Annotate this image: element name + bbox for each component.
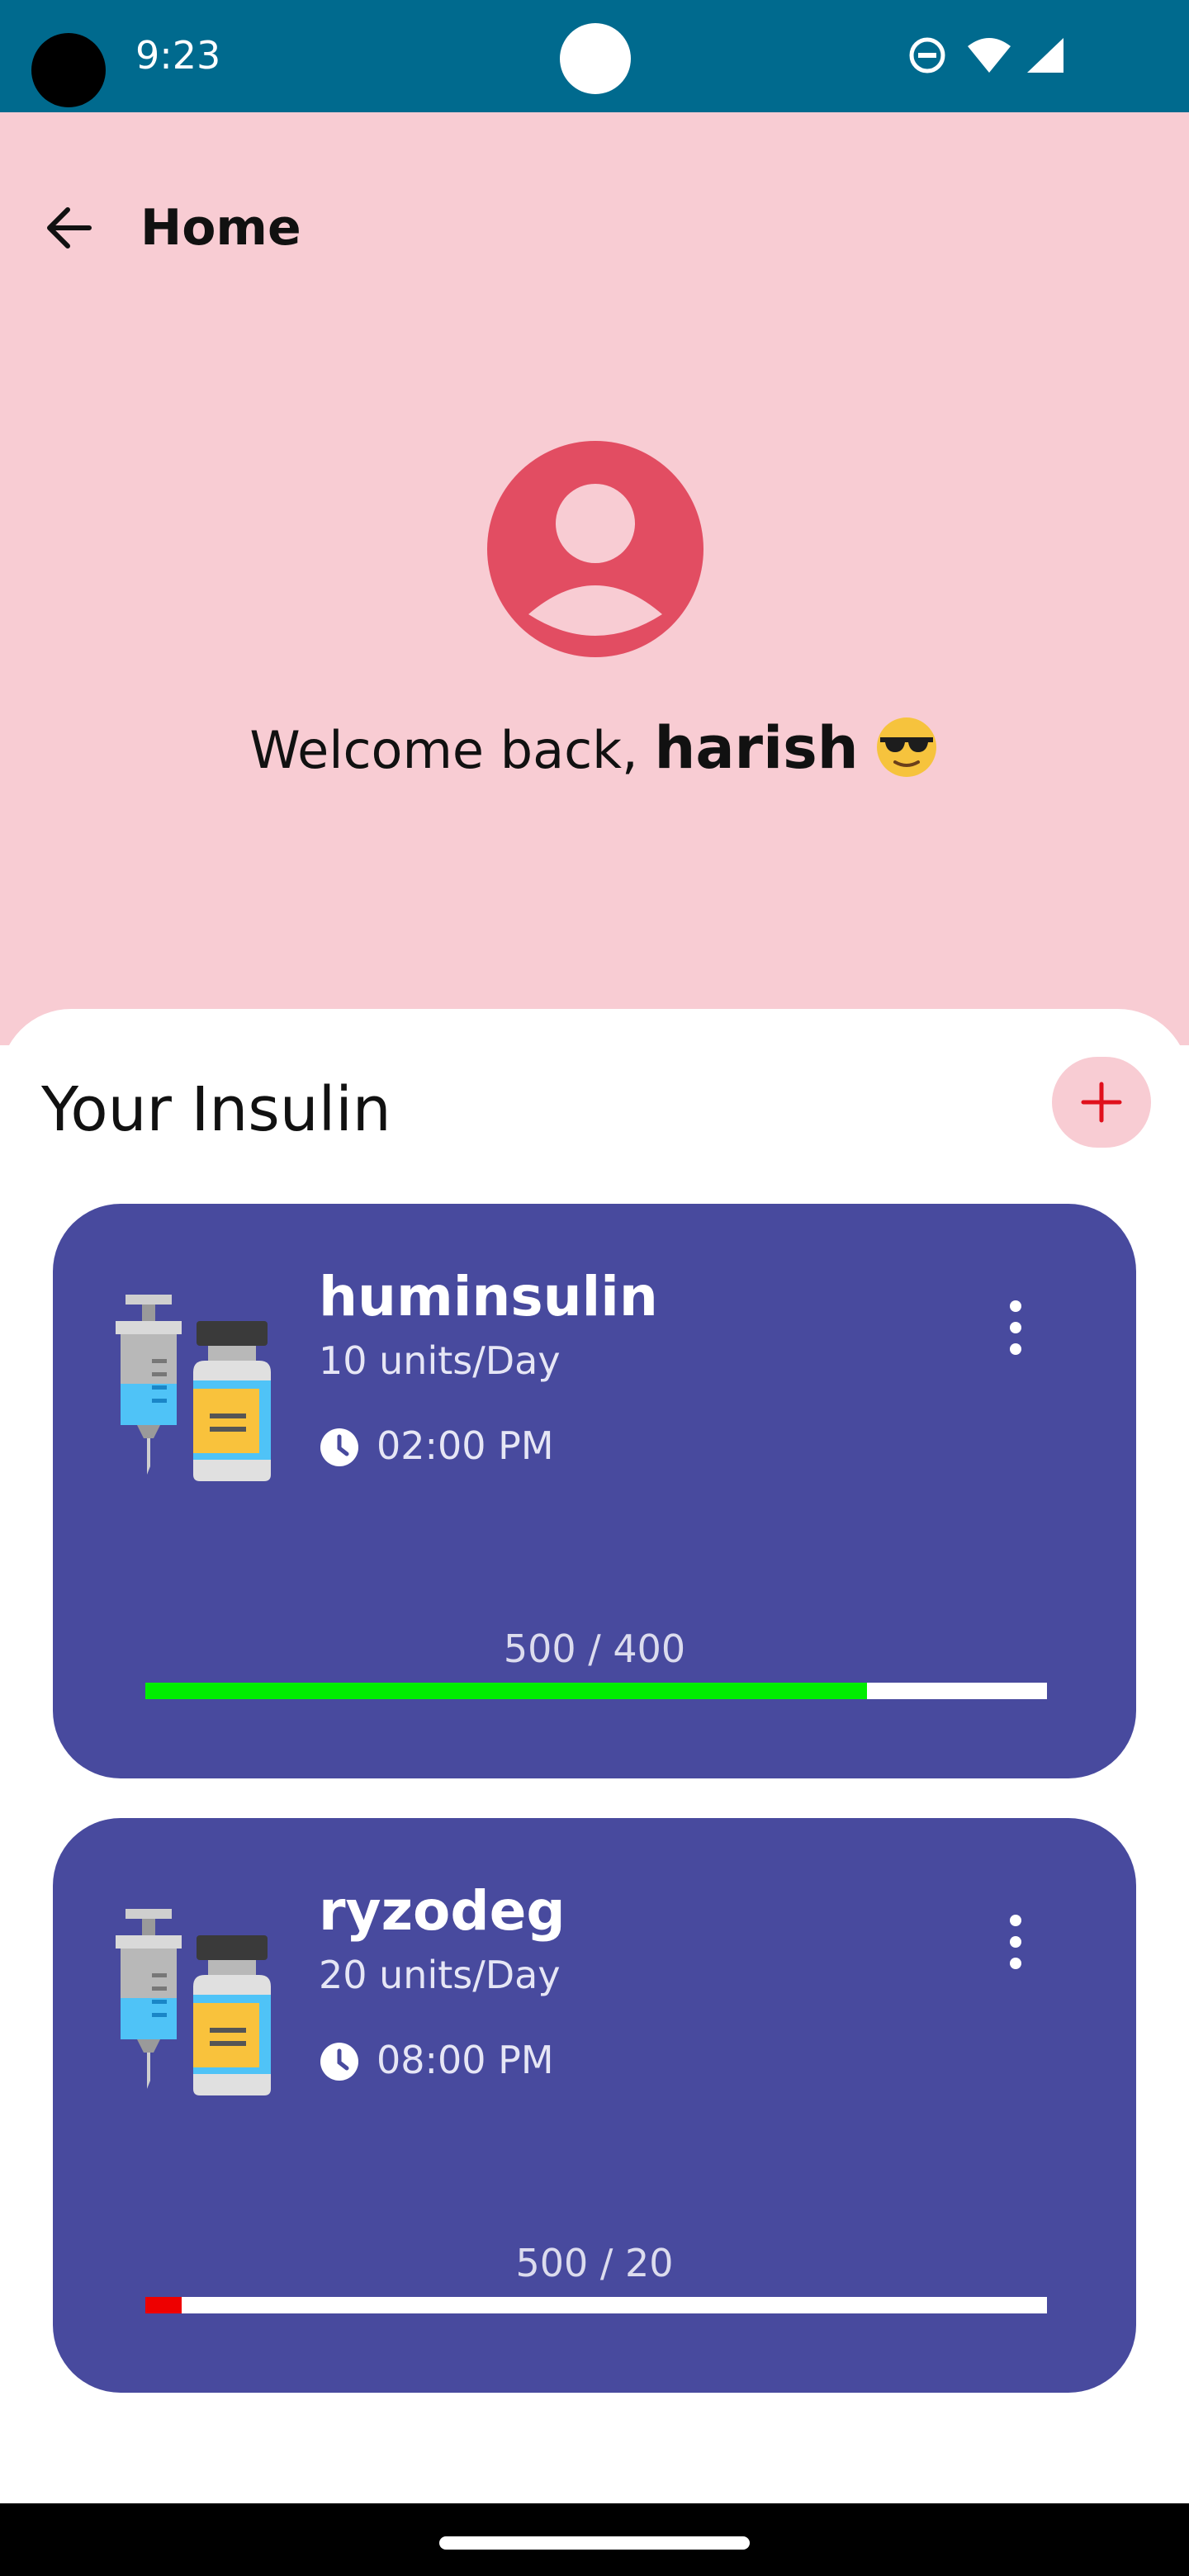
insulin-time: 08:00 PM <box>377 2038 554 2082</box>
plus-icon <box>1081 1082 1122 1123</box>
back-arrow-icon[interactable] <box>40 198 99 258</box>
syringe-vial-icon <box>116 1295 271 1481</box>
username: harish <box>654 714 859 782</box>
insulin-count: 500 / 20 <box>515 2241 674 2285</box>
syringe-vial-icon <box>116 1909 271 2095</box>
status-bar: 9:23 <box>0 0 1189 112</box>
insulin-time: 02:00 PM <box>377 1423 554 1468</box>
page-title: Home <box>140 199 301 257</box>
clock-icon <box>320 2043 358 2081</box>
wifi-icon <box>968 38 1011 73</box>
progress-fill <box>145 2297 182 2313</box>
insulin-dose: 20 units/Day <box>319 1953 561 1997</box>
status-indicator-dot <box>560 23 631 94</box>
insulin-count: 500 / 400 <box>503 1627 686 1671</box>
progress-bar <box>145 2297 1047 2313</box>
clock-icon <box>320 1428 358 1466</box>
sunglasses-emoji-icon <box>876 717 936 777</box>
insulin-name: ryzodeg <box>319 1879 566 1943</box>
insulin-name: huminsulin <box>319 1265 658 1328</box>
insulin-card[interactable]: huminsulin 10 units/Day 02:00 PM 500 / 4… <box>53 1204 1136 1778</box>
progress-fill <box>145 1683 867 1699</box>
cellular-signal-icon <box>1027 38 1063 73</box>
add-insulin-button[interactable] <box>1052 1057 1151 1148</box>
avatar[interactable] <box>487 441 703 657</box>
status-time: 9:23 <box>135 33 221 78</box>
insulin-card[interactable]: ryzodeg 20 units/Day 08:00 PM 500 / 20 <box>53 1818 1136 2393</box>
more-vert-icon[interactable] <box>999 1909 1032 1975</box>
welcome-message: Welcome back, harish <box>0 710 1189 788</box>
progress-bar <box>145 1683 1047 1699</box>
do-not-disturb-icon <box>909 37 945 73</box>
welcome-prefix: Welcome back, <box>249 720 655 780</box>
home-gesture-handle[interactable] <box>439 2536 750 2550</box>
camera-cutout <box>31 33 106 107</box>
person-icon <box>528 484 662 636</box>
insulin-dose: 10 units/Day <box>319 1338 561 1383</box>
more-vert-icon[interactable] <box>999 1295 1032 1361</box>
section-title: Your Insulin <box>41 1074 391 1145</box>
status-icons <box>908 36 1065 83</box>
